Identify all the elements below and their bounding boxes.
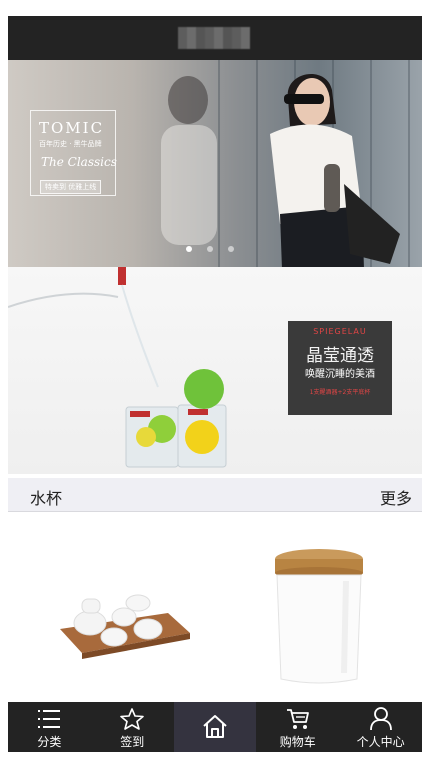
promo-title: 晶莹通透 (306, 346, 374, 366)
carousel-dot[interactable] (228, 246, 234, 252)
promo-note: 1支醒酒器+2支平底杯 (309, 389, 371, 396)
hero-model-image (270, 74, 400, 267)
hero-script-text: The Classics (41, 155, 117, 169)
tab-label: 分类 (37, 735, 62, 749)
tea-set-image (60, 594, 190, 659)
promo-brand: SPIEGELAU (313, 327, 367, 336)
promo-subtitle: 唤醒沉睡的美酒 (305, 369, 375, 380)
product-card-ceramic-jar[interactable] (215, 513, 422, 702)
list-icon (38, 710, 61, 728)
carousel-dot[interactable] (186, 246, 192, 252)
tab-category[interactable]: 分类 (8, 702, 91, 752)
section-header: 水杯 更多 (8, 478, 422, 512)
star-icon (120, 708, 144, 730)
top-header (8, 16, 422, 60)
carousel-dots[interactable] (186, 246, 234, 252)
person-icon (369, 707, 392, 730)
tab-label: 签到 (120, 735, 145, 749)
tab-label: 个人中心 (356, 735, 405, 749)
app-screen: TOMIC 百年历史 · 黑牛品牌 The Classics 特卖到 优雅上线 … (8, 16, 422, 752)
hero-brand-subtitle: 百年历史 · 黑牛品牌 (39, 140, 102, 148)
section-title: 水杯 (30, 489, 63, 508)
cart-icon (286, 709, 309, 729)
carousel-dot[interactable] (207, 246, 213, 252)
tab-label: 购物车 (279, 735, 316, 749)
hero-reflection-image (161, 76, 217, 245)
tab-profile[interactable]: 个人中心 (339, 702, 422, 752)
home-icon (203, 715, 227, 738)
promo-banner[interactable]: SPIEGELAU 晶莹通透 唤醒沉睡的美酒 1支醒酒器+2支平底杯 (8, 267, 422, 474)
glassware-image (8, 267, 227, 468)
tab-home[interactable] (173, 702, 257, 752)
header-title (178, 27, 250, 49)
product-card-tea-set[interactable] (8, 513, 215, 702)
hero-banner[interactable]: TOMIC 百年历史 · 黑牛品牌 The Classics 特卖到 优雅上线 (8, 60, 422, 267)
hero-tag: 特卖到 优雅上线 (40, 180, 102, 194)
bottom-tab-bar: 分类 签到 购物车 个人中心 (8, 702, 422, 752)
promo-ad-box: SPIEGELAU 晶莹通透 唤醒沉睡的美酒 1支醒酒器+2支平底杯 (288, 321, 392, 415)
ceramic-jar-image (275, 549, 363, 684)
product-list (8, 513, 422, 702)
tab-checkin[interactable]: 签到 (91, 702, 174, 752)
tab-cart[interactable]: 购物车 (256, 702, 339, 752)
hero-brand: TOMIC (39, 119, 105, 137)
more-link[interactable]: 更多 (380, 485, 412, 509)
